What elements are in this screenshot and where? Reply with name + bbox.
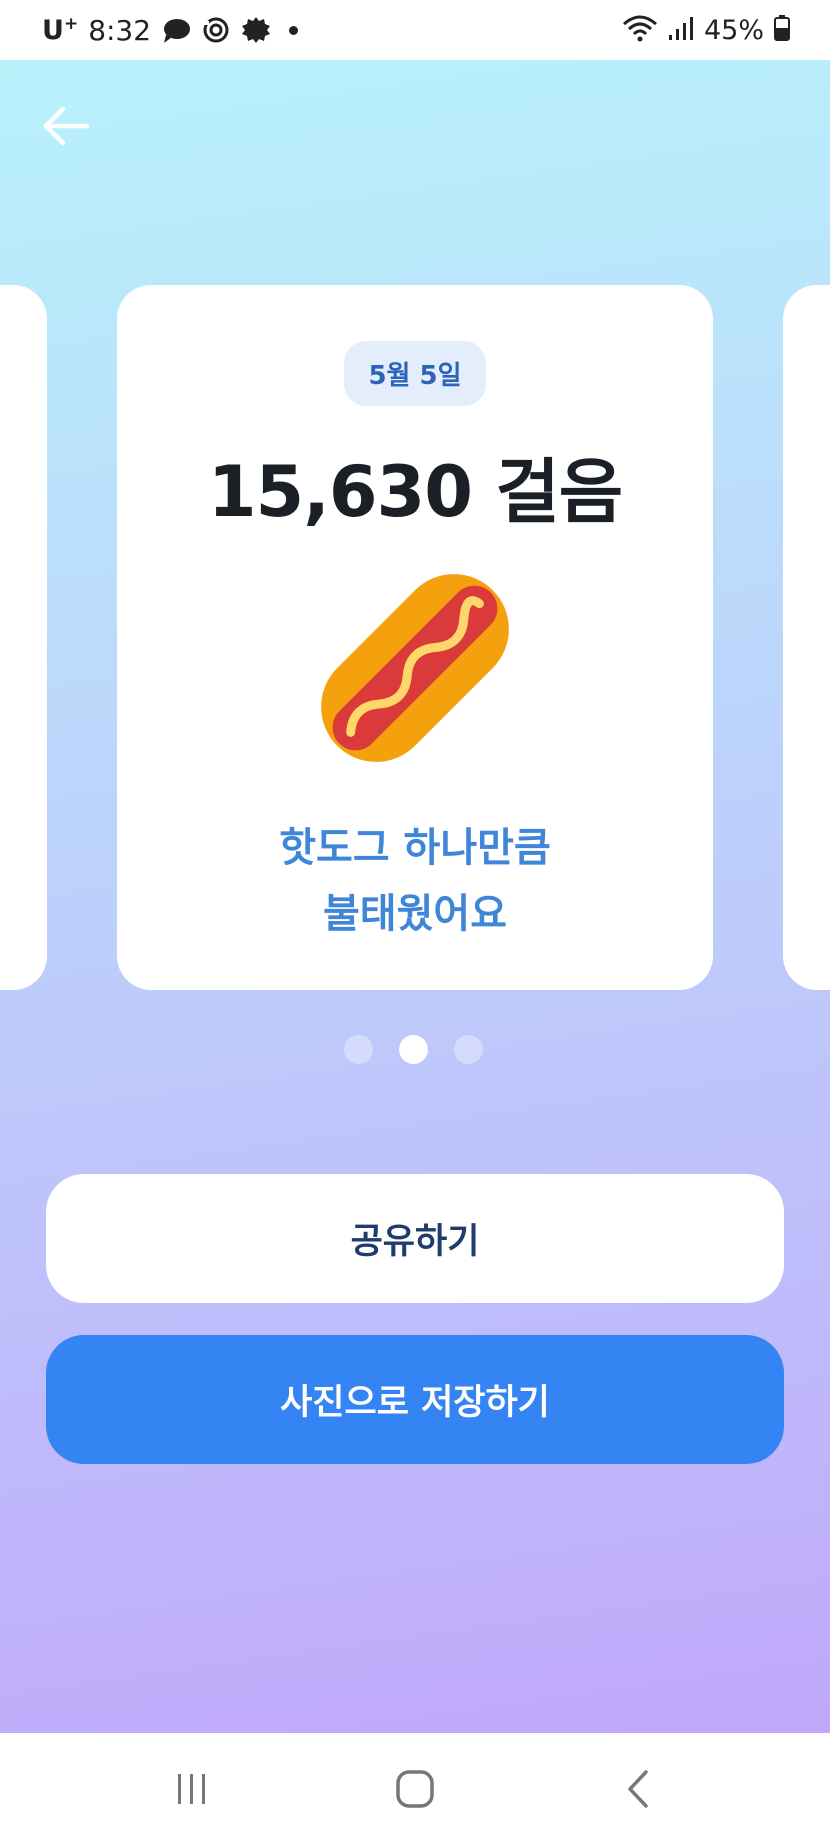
date-badge: 5월 5일 xyxy=(344,341,486,406)
status-left: U+ 8:32 xyxy=(42,13,299,47)
burn-message-line2: 불태웠어요 xyxy=(323,891,507,937)
chat-bubble-icon xyxy=(161,15,191,45)
navigation-bar xyxy=(0,1733,830,1844)
settings-badge-icon xyxy=(241,15,271,45)
battery-percent: 45% xyxy=(703,14,764,46)
home-button[interactable] xyxy=(375,1749,455,1829)
nav-back-button[interactable] xyxy=(598,1749,678,1829)
recent-apps-icon xyxy=(177,1773,205,1804)
share-button[interactable]: 공유하기 xyxy=(46,1174,784,1303)
arrow-left-icon xyxy=(43,106,90,146)
burn-message: 핫도그 하나만큼 불태웠어요 xyxy=(279,815,551,947)
back-icon xyxy=(628,1769,649,1808)
battery-icon xyxy=(774,15,790,45)
pager-dot[interactable] xyxy=(343,1035,373,1064)
burn-message-line1: 핫도그 하나만큼 xyxy=(279,825,551,871)
clock: 8:32 xyxy=(88,13,152,47)
status-right: 45% xyxy=(622,14,790,46)
page-indicator xyxy=(0,1035,828,1064)
wifi-icon xyxy=(622,14,658,46)
sync-icon xyxy=(201,15,231,45)
pager-dot-active[interactable] xyxy=(398,1035,428,1064)
step-count: 15,630 걸음 xyxy=(207,451,623,533)
card-previous[interactable] xyxy=(0,285,47,990)
recent-apps-button[interactable] xyxy=(152,1749,232,1829)
back-button[interactable] xyxy=(36,96,96,156)
signal-icon xyxy=(668,15,694,45)
home-icon xyxy=(396,1769,434,1808)
carrier-label: U+ xyxy=(42,14,79,46)
status-bar: U+ 8:32 45% xyxy=(0,0,830,60)
hotdog-icon xyxy=(310,573,520,763)
card-next[interactable] xyxy=(783,285,830,990)
save-photo-button[interactable]: 사진으로 저장하기 xyxy=(46,1335,784,1464)
notification-dot-icon xyxy=(289,25,299,35)
main-content: 5월 5일 15,630 걸음 핫도그 하나만큼 불태웠어요 공유하기 사진으로… xyxy=(0,60,830,1733)
step-card: 5월 5일 15,630 걸음 핫도그 하나만큼 불태웠어요 xyxy=(117,285,713,990)
pager-dot[interactable] xyxy=(453,1035,483,1064)
